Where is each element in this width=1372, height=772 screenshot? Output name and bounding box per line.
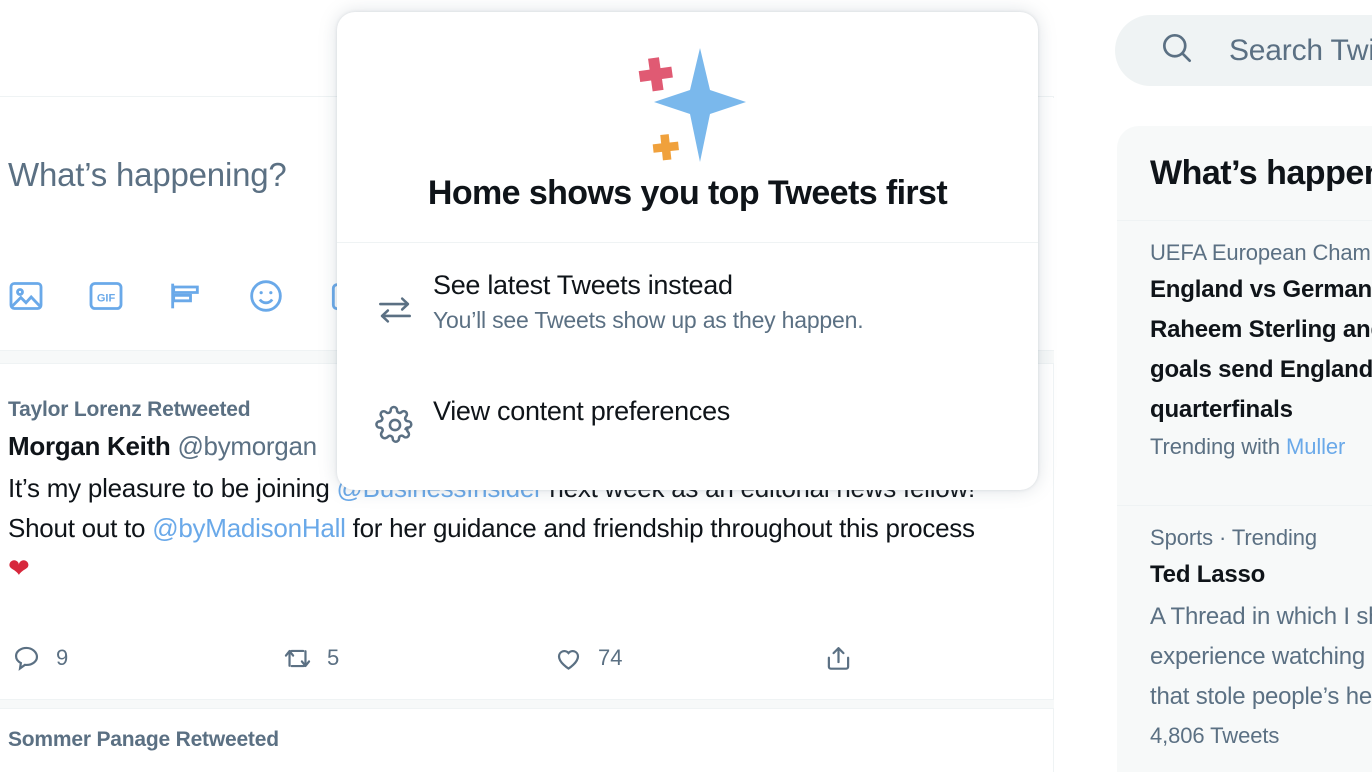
heart-icon (552, 642, 585, 675)
tweet-text-part-3: for her guidance and friendship througho… (345, 513, 975, 543)
trend-category: Sports · Trending (1150, 525, 1318, 550)
top-tweets-dialog: Home shows you top Tweets first See late… (337, 12, 1038, 490)
view-content-preferences-item[interactable]: View content preferences (337, 375, 1038, 485)
tweet-author-handle[interactable]: @bymorgan (177, 431, 317, 461)
see-latest-label: See latest Tweets instead (433, 270, 733, 300)
heart-emoji: ❤ (8, 553, 30, 583)
svg-text:GIF: GIF (97, 292, 116, 304)
retweet-icon (281, 642, 314, 675)
gear-icon (374, 404, 416, 451)
search-input[interactable]: Search Twitter (1229, 34, 1372, 68)
sparkle-icon (622, 40, 752, 175)
trend-meta-prefix: Trending with (1150, 434, 1286, 459)
search-icon (1158, 29, 1196, 72)
media-icon[interactable] (6, 276, 46, 316)
tweet-author-name[interactable]: Morgan Keith (8, 431, 171, 461)
search-bar[interactable]: Search Twitter (1115, 15, 1372, 86)
trend-title: England vs Germany: Raheem Sterling and … (1150, 276, 1372, 423)
view-prefs-text-group: View content preferences (433, 396, 730, 485)
trend-item[interactable]: Sports · Trending Ted Lasso A Thread in … (1117, 506, 1372, 767)
retweet-count: 5 (327, 645, 340, 670)
trend-title: Ted Lasso (1150, 561, 1266, 588)
share-button[interactable] (822, 642, 868, 675)
tweet-text-part-1: It’s my pleasure to be joining (8, 473, 337, 503)
swap-arrows-icon (374, 289, 416, 336)
like-button[interactable]: 74 (552, 642, 622, 675)
trend-meta: Trending with Muller (1150, 434, 1372, 460)
see-latest-tweets-item[interactable]: See latest Tweets instead You’ll see Twe… (337, 243, 1038, 375)
like-count: 74 (598, 645, 623, 670)
dialog-hero: Home shows you top Tweets first (337, 12, 1038, 242)
mention-bymadisonhall[interactable]: @byMadisonHall (152, 513, 346, 543)
trend-tweet-count: 4,806 Tweets (1150, 723, 1280, 748)
emoji-icon[interactable] (246, 276, 286, 316)
trend-category: UEFA European Championship (1150, 240, 1372, 265)
whats-happening-title: What’s happening (1150, 154, 1372, 192)
reply-count: 9 (56, 645, 69, 670)
poll-icon[interactable] (166, 276, 206, 316)
tweet-separator (0, 699, 1054, 709)
retweet-button[interactable]: 5 (281, 642, 339, 675)
whats-happening-card: What’s happening UEFA European Champions… (1117, 126, 1372, 772)
dialog-title: Home shows you top Tweets first (427, 174, 948, 212)
gif-icon[interactable]: GIF (86, 276, 126, 316)
view-prefs-label: View content preferences (433, 396, 730, 426)
see-latest-text-group: See latest Tweets instead You’ll see Twe… (433, 270, 864, 375)
tweet-action-bar: 9 5 74 (0, 630, 1054, 686)
share-icon (822, 642, 855, 675)
reply-button[interactable]: 9 (10, 642, 68, 675)
compose-placeholder[interactable]: What’s happening? (8, 156, 287, 194)
trend-item[interactable]: UEFA European Championship England vs Ge… (1117, 221, 1372, 478)
trend-meta-link[interactable]: Muller (1286, 434, 1345, 459)
compose-action-row: GIF (6, 276, 366, 316)
reply-icon (10, 642, 43, 675)
twitter-home-screen: What’s happening? GIF Taylor Lorenz Retw… (0, 0, 1372, 772)
right-sidebar: Search Twitter What’s happening UEFA Eur… (1055, 0, 1372, 772)
see-latest-sublabel: You’ll see Tweets show up as they happen… (433, 307, 864, 333)
next-retweet-label: Sommer Panage Retweeted (8, 728, 279, 751)
trend-subtitle: A Thread in which I share my experience … (1150, 603, 1372, 710)
